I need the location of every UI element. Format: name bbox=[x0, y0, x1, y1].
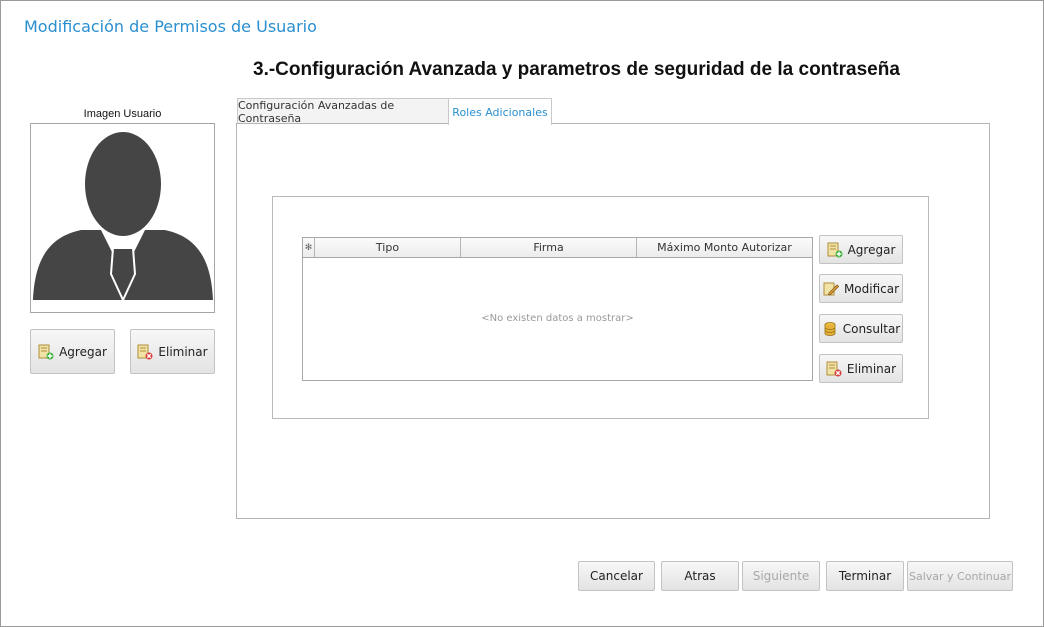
add-role-label: Agregar bbox=[847, 242, 896, 257]
query-role-button[interactable]: Consultar bbox=[819, 314, 903, 343]
user-silhouette-icon bbox=[33, 132, 213, 303]
add-image-button[interactable]: Agregar bbox=[30, 329, 115, 374]
add-document-icon bbox=[827, 242, 843, 258]
grid-header: ✻ Tipo Firma Máximo Monto Autorizar bbox=[303, 238, 812, 258]
tab-additional-roles[interactable]: Roles Adicionales bbox=[448, 98, 552, 125]
grid-empty-message: <No existen datos a mostrar> bbox=[481, 313, 634, 324]
column-header-firma[interactable]: Firma bbox=[461, 238, 637, 257]
user-avatar bbox=[30, 123, 215, 313]
delete-image-button[interactable]: Eliminar bbox=[130, 329, 215, 374]
user-image-caption: Imagen Usuario bbox=[83, 108, 162, 120]
next-button[interactable]: Siguiente bbox=[742, 561, 820, 591]
delete-role-label: Eliminar bbox=[846, 361, 897, 376]
add-role-button[interactable]: Agregar bbox=[819, 235, 903, 264]
save-continue-button[interactable]: Salvar y Continuar bbox=[907, 561, 1013, 591]
finish-button[interactable]: Terminar bbox=[826, 561, 904, 591]
page-heading: 3.-Configuración Avanzada y parametros d… bbox=[253, 59, 900, 80]
modify-role-button[interactable]: Modificar bbox=[819, 274, 903, 303]
roles-grid[interactable]: ✻ Tipo Firma Máximo Monto Autorizar <No … bbox=[302, 237, 813, 381]
add-image-label: Agregar bbox=[59, 344, 107, 359]
back-button[interactable]: Atras bbox=[661, 561, 739, 591]
add-document-icon bbox=[38, 344, 54, 360]
column-header-tipo[interactable]: Tipo bbox=[315, 238, 461, 257]
edit-pencil-icon bbox=[823, 281, 840, 297]
new-row-indicator-icon: ✻ bbox=[303, 238, 315, 257]
column-header-max-monto[interactable]: Máximo Monto Autorizar bbox=[637, 238, 812, 257]
tab-advanced-password[interactable]: Configuración Avanzadas de Contraseña bbox=[237, 98, 449, 125]
delete-role-button[interactable]: Eliminar bbox=[819, 354, 903, 383]
modify-role-label: Modificar bbox=[843, 281, 900, 296]
delete-document-icon bbox=[826, 361, 842, 377]
cancel-button[interactable]: Cancelar bbox=[578, 561, 655, 591]
delete-image-label: Eliminar bbox=[158, 344, 208, 359]
query-role-label: Consultar bbox=[842, 321, 901, 336]
window-title: Modificación de Permisos de Usuario bbox=[24, 17, 317, 36]
database-icon bbox=[822, 321, 838, 337]
delete-document-icon bbox=[137, 344, 153, 360]
